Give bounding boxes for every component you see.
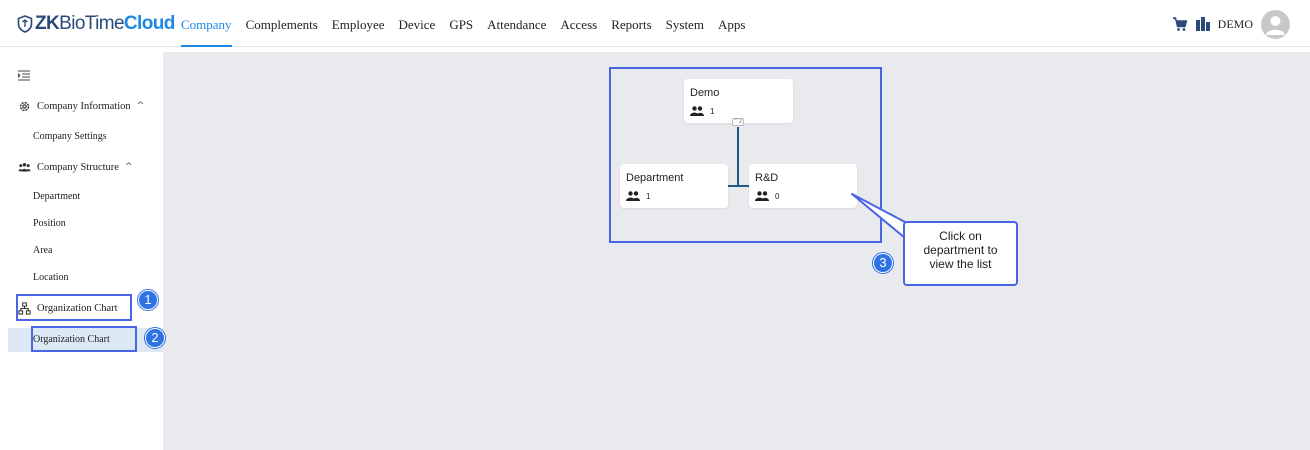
brand-logo[interactable]: ZKBioTimeCloud — [17, 13, 175, 35]
logo-text: ZKBioTimeCloud — [35, 13, 175, 34]
chevron-up-icon: ^ — [136, 101, 145, 111]
nav-access[interactable]: Access — [560, 0, 597, 47]
gear-icon — [19, 101, 30, 111]
sidebar-item-department[interactable]: Department — [8, 187, 163, 207]
nav-complements[interactable]: Complements — [246, 0, 318, 47]
step-badge-1: 1 — [138, 290, 158, 310]
top-navigation-bar: ZKBioTimeCloud Company Complements Emplo… — [0, 0, 1310, 47]
collapse-menu-icon[interactable] — [18, 70, 30, 82]
sidebar: Company Information ^ Company Settings C… — [8, 52, 163, 450]
callout-pointer — [851, 193, 906, 239]
sidebar-item-company-structure[interactable]: Company Structure ^ — [8, 157, 163, 177]
sidebar-item-label: Company Structure — [37, 161, 119, 173]
nav-system[interactable]: System — [666, 0, 704, 47]
company-switch-icon[interactable] — [1195, 16, 1211, 32]
cart-icon[interactable] — [1172, 16, 1188, 32]
avatar[interactable] — [1261, 9, 1290, 39]
top-right-tools: DEMO — [1172, 9, 1290, 39]
highlight-submenu-org-chart — [31, 326, 137, 352]
company-name[interactable]: DEMO — [1218, 17, 1253, 32]
sidebar-item-label: Company Information — [37, 100, 131, 112]
team-icon — [18, 162, 31, 172]
nav-device[interactable]: Device — [399, 0, 436, 47]
nav-reports[interactable]: Reports — [611, 0, 651, 47]
user-icon — [1266, 15, 1285, 35]
chevron-up-icon: ^ — [124, 162, 133, 172]
callout-tooltip: Click on department to view the list — [903, 221, 1018, 286]
nav-gps[interactable]: GPS — [449, 0, 473, 47]
sidebar-item-area[interactable]: Area — [8, 241, 163, 261]
highlight-org-chart — [609, 67, 882, 243]
nav-employee[interactable]: Employee — [332, 0, 385, 47]
sidebar-item-company-settings[interactable]: Company Settings — [8, 127, 163, 147]
sidebar-item-position[interactable]: Position — [8, 214, 163, 234]
shield-icon — [17, 15, 33, 33]
main-menu: Company Complements Employee Device GPS … — [181, 0, 759, 47]
nav-attendance[interactable]: Attendance — [487, 0, 546, 47]
nav-apps[interactable]: Apps — [718, 0, 745, 47]
sidebar-item-location[interactable]: Location — [8, 268, 163, 288]
callout-line: Click on — [939, 229, 982, 243]
nav-company[interactable]: Company — [181, 0, 232, 47]
callout-line: department to — [923, 243, 998, 257]
callout-line: view the list — [929, 257, 992, 271]
highlight-menu-org-chart — [16, 294, 132, 321]
sidebar-item-company-information[interactable]: Company Information ^ — [8, 96, 163, 116]
step-badge-2: 2 — [145, 328, 165, 348]
step-badge-3: 3 — [873, 253, 893, 273]
